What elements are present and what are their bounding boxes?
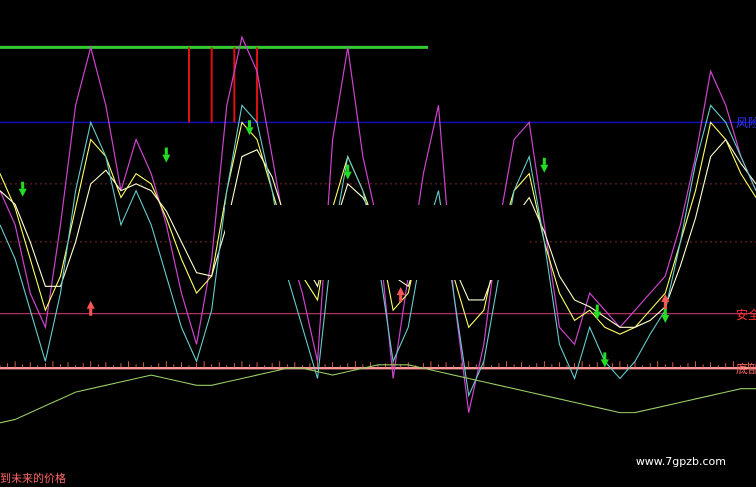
up-arrow-stem (663, 308, 667, 316)
oscillator-chart (0, 0, 756, 487)
magenta-level-label: 安全 (736, 307, 756, 322)
blue-level-label: 风险 (736, 116, 756, 131)
occlusion-box (225, 205, 528, 280)
watermark: www.7gpzb.com (635, 455, 726, 468)
up-arrow-stem (247, 120, 251, 128)
future-price-annotation: 到未来的价格 (0, 472, 66, 485)
up-arrow-stem (542, 157, 546, 165)
up-arrow-stem (21, 181, 25, 189)
up-arrow-stem (164, 147, 168, 155)
down-arrow-stem (399, 295, 403, 303)
up-arrow-stem (346, 164, 350, 172)
down-arrow-stem (663, 301, 667, 309)
up-arrow-stem (595, 304, 599, 312)
down-arrow-stem (89, 308, 93, 316)
up-arrow-stem (603, 352, 607, 360)
pink-level-label: 底部 (736, 362, 756, 377)
